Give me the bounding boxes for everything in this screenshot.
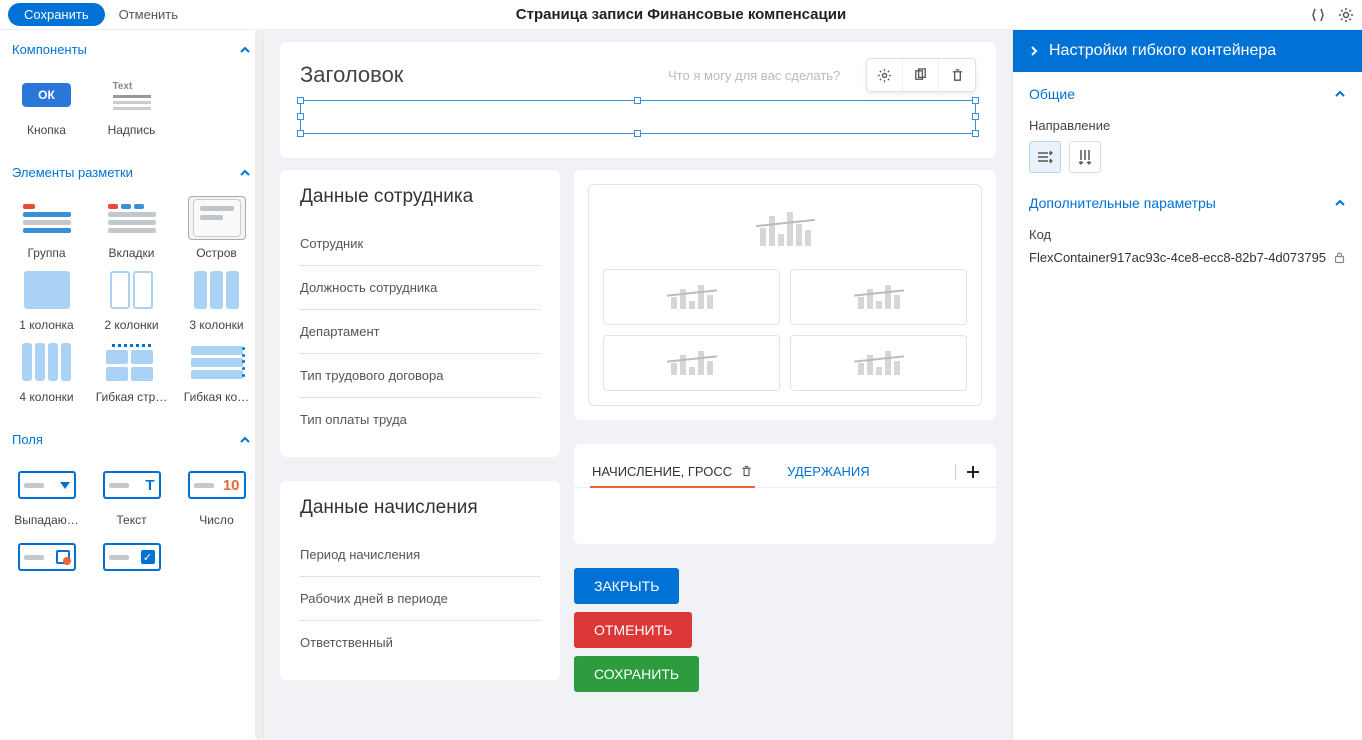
properties-header[interactable]: Настройки гибкого контейнера bbox=[1013, 30, 1362, 72]
layout-flexrow[interactable]: Гибкая стр… bbox=[89, 336, 174, 408]
add-tab-icon[interactable] bbox=[966, 465, 980, 479]
lock-icon[interactable] bbox=[1333, 251, 1346, 264]
design-canvas[interactable]: Заголовок Что я могу для вас сделать? bbox=[264, 30, 1012, 740]
header-card[interactable]: Заголовок Что я могу для вас сделать? bbox=[280, 42, 996, 158]
section-advanced[interactable]: Дополнительные параметры bbox=[1029, 195, 1346, 211]
accrual-data-card[interactable]: Данные начисления Период начисления Рабо… bbox=[280, 481, 560, 680]
section-general[interactable]: Общие bbox=[1029, 86, 1346, 102]
tab-deductions[interactable]: УДЕРЖАНИЯ bbox=[785, 456, 871, 487]
employee-data-card[interactable]: Данные сотрудника Сотрудник Должность со… bbox=[280, 170, 560, 457]
components-panel: Компоненты ОК Кнопка Text Надпись Элемен… bbox=[0, 30, 264, 740]
layout-3col[interactable]: 3 колонки bbox=[174, 264, 259, 336]
field-number[interactable]: 10 Число bbox=[174, 459, 259, 531]
card-title: Данные сотрудника bbox=[300, 186, 540, 208]
header-title: Заголовок bbox=[300, 62, 403, 88]
field-workdays[interactable]: Рабочих дней в периоде bbox=[300, 577, 540, 621]
chart-placeholder bbox=[588, 184, 982, 406]
direction-row-button[interactable] bbox=[1029, 141, 1061, 173]
chevron-up-icon bbox=[239, 44, 251, 56]
component-label: Кнопка bbox=[27, 123, 66, 137]
chevron-right-icon bbox=[1029, 45, 1039, 57]
field-responsible[interactable]: Ответственный bbox=[300, 621, 540, 664]
field-position[interactable]: Должность сотрудника bbox=[300, 266, 540, 310]
gear-icon[interactable] bbox=[1338, 7, 1354, 23]
component-label: Текст bbox=[116, 513, 146, 527]
component-label[interactable]: Text Надпись bbox=[89, 69, 174, 141]
component-label: 4 колонки bbox=[19, 390, 73, 404]
dashboard-card[interactable] bbox=[574, 170, 996, 420]
field-datetime[interactable] bbox=[4, 531, 89, 583]
chevron-up-icon bbox=[239, 167, 251, 179]
copy-button[interactable] bbox=[903, 59, 939, 91]
layout-2col[interactable]: 2 колонки bbox=[89, 264, 174, 336]
section-label: Общие bbox=[1029, 86, 1075, 102]
tab-label: НАЧИСЛЕНИЕ, ГРОСС bbox=[592, 464, 732, 479]
section-layout[interactable]: Элементы разметки bbox=[0, 153, 263, 188]
assistant-input[interactable]: Что я могу для вас сделать? bbox=[658, 62, 858, 89]
field-payment-type[interactable]: Тип оплаты труда bbox=[300, 398, 540, 441]
tab-accrual[interactable]: НАЧИСЛЕНИЕ, ГРОСС bbox=[590, 456, 755, 487]
section-label: Элементы разметки bbox=[12, 165, 133, 180]
layout-island[interactable]: Остров bbox=[174, 192, 259, 264]
settings-button[interactable] bbox=[867, 59, 903, 91]
selected-flex-container[interactable] bbox=[300, 100, 976, 134]
save-button[interactable]: Сохранить bbox=[8, 3, 105, 26]
field-department[interactable]: Департамент bbox=[300, 310, 540, 354]
section-components[interactable]: Компоненты bbox=[0, 30, 263, 65]
delete-button[interactable] bbox=[939, 59, 975, 91]
layout-group[interactable]: Группа bbox=[4, 192, 89, 264]
properties-title: Настройки гибкого контейнера bbox=[1049, 42, 1276, 60]
component-label: Выпадаю… bbox=[14, 513, 78, 527]
close-button[interactable]: ЗАКРЫТЬ bbox=[574, 568, 679, 604]
component-label: Число bbox=[199, 513, 234, 527]
cancel-action-button[interactable]: ОТМЕНИТЬ bbox=[574, 612, 692, 648]
component-label: Группа bbox=[27, 246, 65, 260]
cancel-button[interactable]: Отменить bbox=[119, 7, 178, 22]
chevron-up-icon bbox=[1334, 88, 1346, 100]
field-text[interactable]: T Текст bbox=[89, 459, 174, 531]
section-label: Поля bbox=[12, 432, 43, 447]
component-label: Гибкая стр… bbox=[96, 390, 168, 404]
field-dropdown[interactable]: Выпадаю… bbox=[4, 459, 89, 531]
field-contract-type[interactable]: Тип трудового договора bbox=[300, 354, 540, 398]
section-label: Дополнительные параметры bbox=[1029, 195, 1216, 211]
layout-1col[interactable]: 1 колонка bbox=[4, 264, 89, 336]
properties-panel: Настройки гибкого контейнера Общие Напра… bbox=[1012, 30, 1362, 740]
field-period[interactable]: Период начисления bbox=[300, 533, 540, 577]
card-title: Данные начисления bbox=[300, 497, 540, 519]
component-label: Вкладки bbox=[108, 246, 154, 260]
component-label: 3 колонки bbox=[189, 318, 243, 332]
save-action-button[interactable]: СОХРАНИТЬ bbox=[574, 656, 699, 692]
section-fields[interactable]: Поля bbox=[0, 420, 263, 455]
code-icon[interactable] bbox=[1310, 7, 1326, 23]
chevron-up-icon bbox=[239, 434, 251, 446]
field-employee[interactable]: Сотрудник bbox=[300, 222, 540, 266]
direction-label: Направление bbox=[1029, 118, 1346, 133]
code-value: FlexContainer917ac93c-4ce8-ecc8-82b7-4d0… bbox=[1029, 250, 1327, 265]
code-label: Код bbox=[1029, 227, 1346, 242]
field-checkbox[interactable]: ✓ bbox=[89, 531, 174, 583]
section-label: Компоненты bbox=[12, 42, 87, 57]
component-label: 1 колонка bbox=[19, 318, 73, 332]
action-buttons: ЗАКРЫТЬ ОТМЕНИТЬ СОХРАНИТЬ bbox=[574, 568, 996, 692]
tabs-card[interactable]: НАЧИСЛЕНИЕ, ГРОСС УДЕРЖАНИЯ bbox=[574, 444, 996, 544]
component-label: Надпись bbox=[108, 123, 156, 137]
layout-flexcol[interactable]: Гибкая ко… bbox=[174, 336, 259, 408]
chevron-up-icon bbox=[1334, 197, 1346, 209]
layout-tabs[interactable]: Вкладки bbox=[89, 192, 174, 264]
component-label: Остров bbox=[196, 246, 237, 260]
top-toolbar: Сохранить Отменить Страница записи Финан… bbox=[0, 0, 1362, 30]
page-title: Страница записи Финансовые компенсации bbox=[516, 6, 846, 23]
component-button[interactable]: ОК Кнопка bbox=[4, 69, 89, 141]
direction-column-button[interactable] bbox=[1069, 141, 1101, 173]
component-label: 2 колонки bbox=[104, 318, 158, 332]
trash-icon[interactable] bbox=[740, 465, 753, 478]
layout-4col[interactable]: 4 колонки bbox=[4, 336, 89, 408]
component-label: Гибкая ко… bbox=[184, 390, 249, 404]
